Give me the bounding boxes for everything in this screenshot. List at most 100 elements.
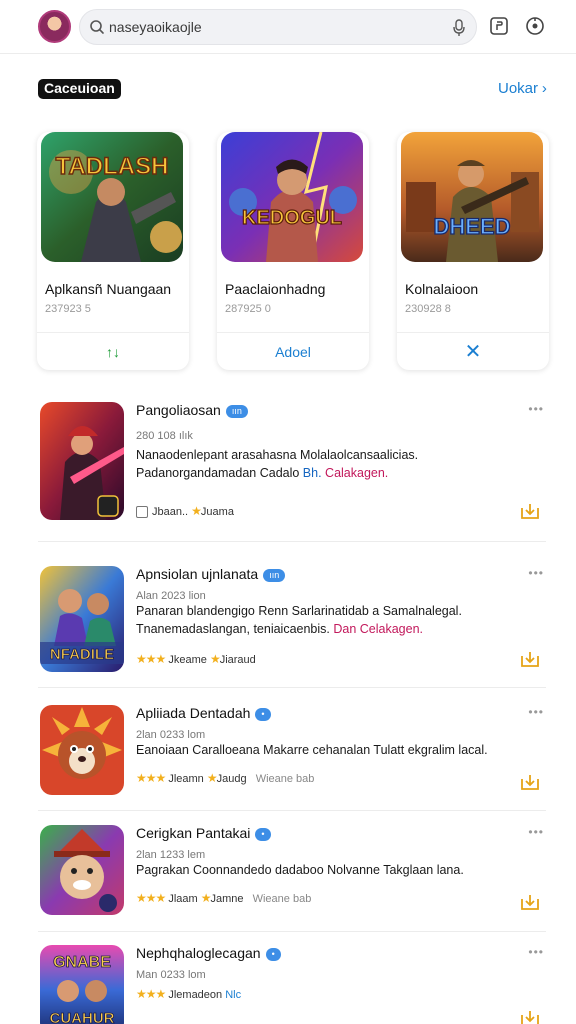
rating-sublabel: Wieane bab: [255, 773, 315, 785]
app-rating: ★★★ Jlemadeon Nlc: [136, 987, 241, 1001]
rating-label-b: Nlc: [225, 989, 242, 1001]
more-options-icon[interactable]: •••: [528, 825, 544, 839]
app-badge: ıın: [263, 568, 286, 582]
app-title-text: Apliiada Dentadah: [136, 705, 251, 721]
app-meta: 280 108 ılık: [136, 430, 193, 442]
app-meta: 237923 5: [45, 303, 91, 315]
app-meta: 2lan 0233 lom: [136, 729, 206, 741]
app-badge: •: [255, 827, 271, 841]
app-description: Eanoiaan Caralloeana Makarre cehanalan T…: [136, 743, 488, 757]
app-description: Pagrakan Coonnandedo dadaboo Nolvanne Ta…: [136, 863, 464, 877]
app-title-text: Nephqhaloglecagan: [136, 945, 261, 961]
rating-label-a: Jkeame: [168, 654, 207, 666]
svg-text:NFADILE: NFADILE: [50, 646, 114, 663]
description-highlight: Dan Celakagen.: [333, 622, 424, 636]
app-icon[interactable]: [40, 705, 124, 795]
svg-text:GNABE: GNABE: [53, 954, 111, 971]
app-badge: •: [255, 707, 271, 721]
app-title: Pangoliaosan ıın: [136, 402, 248, 418]
app-title: Apliiada Dentadah •: [136, 705, 271, 721]
app-icon[interactable]: NFADILE: [40, 566, 124, 672]
art-title: DHEED: [433, 214, 510, 239]
list-item[interactable]: GNABE CUAHUR Nephqhaloglecagan • ••• Man …: [38, 945, 546, 1024]
svg-text:CUAHUR: CUAHUR: [50, 1010, 115, 1024]
featured-card[interactable]: KEDOGUL Paaclaionhadng 287925 0 Adoel: [217, 132, 369, 370]
app-name: Paaclaionhadng: [225, 281, 326, 297]
app-title: Cerigkan Pantakai •: [136, 825, 271, 841]
download-icon[interactable]: [520, 893, 540, 911]
mic-icon[interactable]: [452, 19, 466, 37]
see-more-link[interactable]: Uokar ›: [498, 80, 547, 97]
settings-icon[interactable]: [524, 15, 546, 37]
star-icon: ★: [209, 652, 221, 666]
app-rating: Jbaan.. ★Juama: [136, 504, 234, 519]
app-icon[interactable]: [40, 402, 124, 520]
update-button[interactable]: ↑↓: [37, 332, 189, 370]
rating-label-a: Jlemadeon: [168, 989, 223, 1001]
app-name: Kolnalaioon: [405, 281, 479, 297]
list-item[interactable]: Pangoliaosan ıın ••• 280 108 ılık Nanaode…: [38, 402, 546, 542]
description-line-1: Panaran blandengigo Renn Sarlarinatidab …: [136, 604, 462, 618]
download-icon[interactable]: [520, 650, 540, 668]
app-meta: 2lan 1233 lem: [136, 849, 206, 861]
description-line-2: Tnanemadaslangan, teniaicaenbis. Dan Cel…: [136, 620, 546, 638]
rating-label-b: Jaudg: [216, 773, 247, 785]
list-item[interactable]: Apliiada Dentadah • ••• 2lan 0233 lom Ean…: [38, 705, 546, 811]
search-icon: [90, 20, 104, 34]
game-artwork[interactable]: TADLASH: [41, 132, 183, 262]
remove-button[interactable]: ✕: [397, 332, 549, 370]
add-button[interactable]: Adoel: [217, 332, 369, 370]
app-icon[interactable]: GNABE CUAHUR: [40, 945, 124, 1024]
avatar[interactable]: [38, 10, 71, 43]
description-link: Bh.: [302, 466, 322, 480]
app-rating: ★★★ Jlaam ★Jamne Wieane bab: [136, 891, 311, 905]
rating-label-a: Jlaam: [168, 893, 198, 905]
app-icon[interactable]: [40, 825, 124, 915]
list-item[interactable]: NFADILE Apnsiolan ujnlanata ıın ••• Alan …: [38, 566, 546, 688]
game-artwork[interactable]: KEDOGUL: [221, 132, 363, 262]
top-bar: naseyaoikaojle: [0, 0, 576, 54]
more-options-icon[interactable]: •••: [528, 705, 544, 719]
checkbox-icon[interactable]: [136, 506, 148, 519]
app-title-text: Pangoliaosan: [136, 402, 221, 418]
more-options-icon[interactable]: •••: [528, 566, 544, 580]
app-badge: ıın: [225, 404, 248, 418]
list-item[interactable]: Cerigkan Pantakai • ••• 2lan 1233 lem Pag…: [38, 825, 546, 932]
app-description: Nanaodenlepant arasahasna Molalaolcansaa…: [136, 446, 546, 482]
rating-label-a: Jbaan..: [152, 506, 189, 518]
more-options-icon[interactable]: •••: [528, 945, 544, 959]
section-title: Caceuioan: [38, 79, 121, 99]
app-title-text: Cerigkan Pantakai: [136, 825, 251, 841]
description-line-2: Padanorgandamadan Cadalo Bh. Calakagen.: [136, 464, 546, 482]
description-line-1: Nanaodenlepant arasahasna Molalaolcansaa…: [136, 448, 419, 462]
search-bar[interactable]: naseyaoikaojle: [79, 9, 477, 45]
rating-sublabel: Wieane bab: [252, 893, 312, 905]
more-options-icon[interactable]: •••: [528, 402, 544, 416]
download-icon[interactable]: [520, 502, 540, 520]
rating-label-a: Jleamn: [168, 773, 204, 785]
star-icon: ★: [200, 891, 212, 905]
see-more-label: Uokar: [498, 80, 539, 97]
rating-label-b: Jiaraud: [219, 654, 256, 666]
featured-card[interactable]: TADLASH Aplkansñ Nuangaan 237923 5 ↑↓: [37, 132, 189, 370]
app-rating: ★★★ Jkeame ★Jiaraud: [136, 652, 256, 666]
art-title: KEDOGUL: [242, 207, 342, 229]
art-title: TADLASH: [56, 153, 169, 180]
rating-label-b: Jamne: [210, 893, 244, 905]
app-name: Aplkansñ Nuangaan: [45, 281, 172, 297]
star-icon: ★: [206, 771, 218, 785]
game-artwork[interactable]: DHEED: [401, 132, 543, 262]
app-title-text: Apnsiolan ujnlanata: [136, 566, 259, 582]
star-icon: ★: [191, 504, 202, 518]
tablet-icon[interactable]: [488, 15, 510, 37]
search-input[interactable]: naseyaoikaojle: [109, 19, 202, 35]
app-title: Nephqhaloglecagan •: [136, 945, 281, 961]
app-meta: 230928 8: [405, 303, 451, 315]
description-text: Tnanemadaslangan, teniaicaenbis.: [136, 622, 334, 636]
app-description: Panaran blandengigo Renn Sarlarinatidab …: [136, 602, 546, 638]
chevron-right-icon: ›: [541, 80, 547, 97]
download-icon[interactable]: [520, 1009, 540, 1024]
download-icon[interactable]: [520, 773, 540, 791]
rating-stars-icon: ★★★: [136, 891, 166, 905]
featured-card[interactable]: DHEED Kolnalaioon 230928 8 ✕: [397, 132, 549, 370]
